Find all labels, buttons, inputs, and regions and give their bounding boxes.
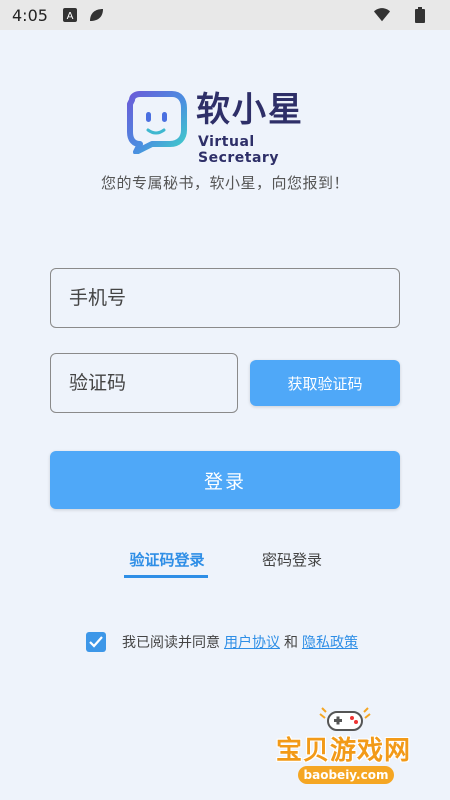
agreement-and: 和 xyxy=(284,635,298,651)
slogan: 您的专属秘书，软小星，向您报到！ xyxy=(100,174,349,192)
privacy-policy-link[interactable]: 隐私政策 xyxy=(302,632,358,652)
tab-sms-login-label: 验证码登录 xyxy=(129,551,205,569)
watermark: 宝贝游戏网 baobeiy.com xyxy=(272,706,422,792)
status-time: 4:05 xyxy=(12,5,48,25)
verification-code-input[interactable] xyxy=(50,353,238,413)
checkmark-icon xyxy=(89,636,103,648)
svg-text:A: A xyxy=(67,11,74,22)
phone-input[interactable] xyxy=(50,268,400,328)
watermark-domain: baobeiy.com xyxy=(298,766,394,784)
a-badge-icon: A xyxy=(62,7,78,23)
chat-bubble-face-icon xyxy=(127,91,187,154)
app-logo: 软小星 Virtual Secretary xyxy=(124,88,334,166)
status-bar: 4:05 A xyxy=(0,0,450,30)
leaf-icon xyxy=(88,7,104,23)
agreement-row: 我已阅读并同意 用户协议 和 隐私政策 xyxy=(86,631,358,653)
brand-name: 软小星 xyxy=(196,90,304,130)
tab-password-login-label: 密码登录 xyxy=(261,551,322,569)
user-agreement-link[interactable]: 用户协议 xyxy=(224,632,280,652)
agree-checkbox[interactable] xyxy=(86,632,106,652)
wifi-icon xyxy=(374,7,390,23)
battery-icon xyxy=(412,7,428,23)
tab-sms-login[interactable]: 验证码登录 xyxy=(124,548,210,578)
login-button[interactable]: 登录 xyxy=(50,451,400,509)
brand-subtitle: Virtual Secretary xyxy=(198,134,279,166)
active-tab-indicator xyxy=(124,575,208,578)
get-code-button[interactable]: 获取验证码 xyxy=(250,360,400,406)
watermark-text: 宝贝游戏网 xyxy=(276,736,412,766)
tab-password-login[interactable]: 密码登录 xyxy=(256,548,328,578)
agreement-prefix: 我已阅读并同意 xyxy=(122,635,220,651)
